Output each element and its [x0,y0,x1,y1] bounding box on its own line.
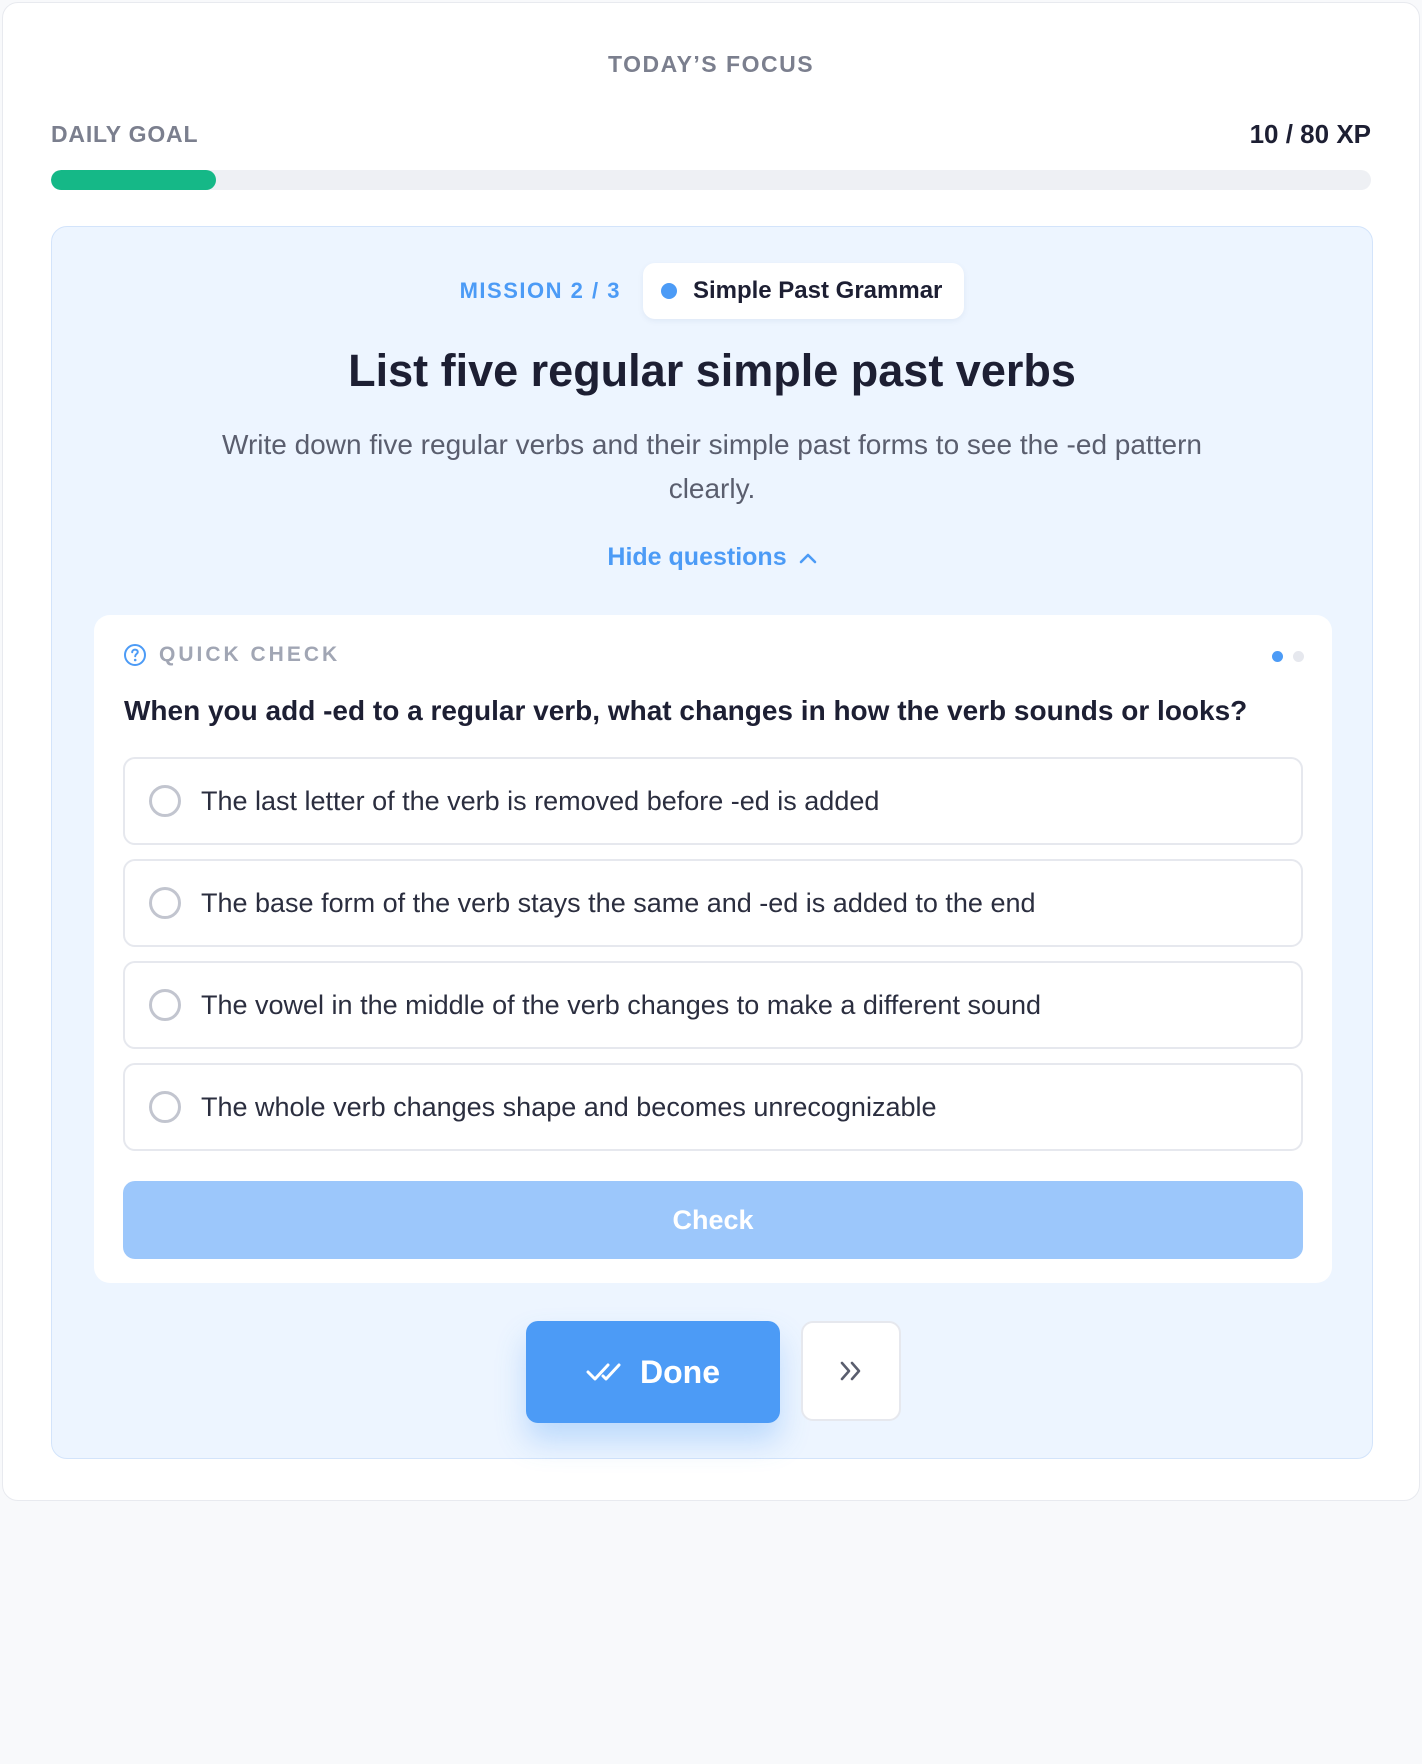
focus-card: TODAY’S FOCUS DAILY GOAL 10 / 80 XP MISS… [2,2,1420,1501]
answer-option-3[interactable]: The vowel in the middle of the verb chan… [123,961,1303,1049]
answer-option-1[interactable]: The last letter of the verb is removed b… [123,757,1303,845]
topic-dot-icon [660,283,677,299]
pager-dot-2[interactable] [1293,651,1304,662]
answer-option-text: The base form of the verb stays the same… [201,887,1036,918]
quick-check-label: QUICK CHECK [159,643,341,666]
hide-questions-toggle[interactable]: Hide questions [52,543,1372,572]
radio-button[interactable] [149,785,181,817]
mission-description: Write down five regular verbs and their … [222,429,1202,504]
mission-title: List five regular simple past verbs [348,345,1076,396]
question-circle-icon [123,643,147,667]
question-pager-dots [1272,651,1304,662]
hide-questions-label: Hide questions [607,543,787,571]
topic-chip: Simple Past Grammar [642,263,965,319]
mission-header: MISSION 2 / 3 Simple Past Grammar [52,263,1372,319]
daily-goal-label: DAILY GOAL [51,121,199,147]
radio-button[interactable] [149,887,181,919]
answer-option-text: The vowel in the middle of the verb chan… [201,989,1042,1020]
double-chevron-right-icon [838,1359,864,1383]
topic-label: Simple Past Grammar [692,277,943,304]
done-label: Done [640,1353,720,1390]
radio-button[interactable] [149,1091,181,1123]
double-check-icon [586,1360,622,1384]
check-button[interactable]: Check [123,1181,1303,1259]
answer-options: The last letter of the verb is removed b… [123,757,1303,1165]
mission-panel: MISSION 2 / 3 Simple Past Grammar List f… [51,226,1373,1459]
chevron-up-icon [799,552,817,564]
skip-button[interactable] [801,1321,901,1421]
answer-option-text: The last letter of the verb is removed b… [201,785,880,816]
answer-option-4[interactable]: The whole verb changes shape and becomes… [123,1063,1303,1151]
quiz-question: When you add -ed to a regular verb, what… [124,695,1248,726]
radio-button[interactable] [149,989,181,1021]
done-button[interactable]: Done [526,1321,780,1423]
daily-goal-xp: 10 / 80 XP [1249,119,1371,149]
quick-check-header: QUICK CHECK [123,643,340,667]
pager-dot-1[interactable] [1272,651,1283,662]
daily-goal-row: DAILY GOAL 10 / 80 XP [51,119,1371,150]
answer-option-2[interactable]: The base form of the verb stays the same… [123,859,1303,947]
daily-goal-progress-track [51,170,1371,190]
daily-goal-progress-fill [51,170,216,190]
mission-count: MISSION 2 / 3 [459,278,621,303]
focus-label: TODAY’S FOCUS [607,51,815,77]
quick-check-card: QUICK CHECK When you add -ed to a regula… [94,615,1332,1283]
answer-option-text: The whole verb changes shape and becomes… [201,1091,937,1122]
